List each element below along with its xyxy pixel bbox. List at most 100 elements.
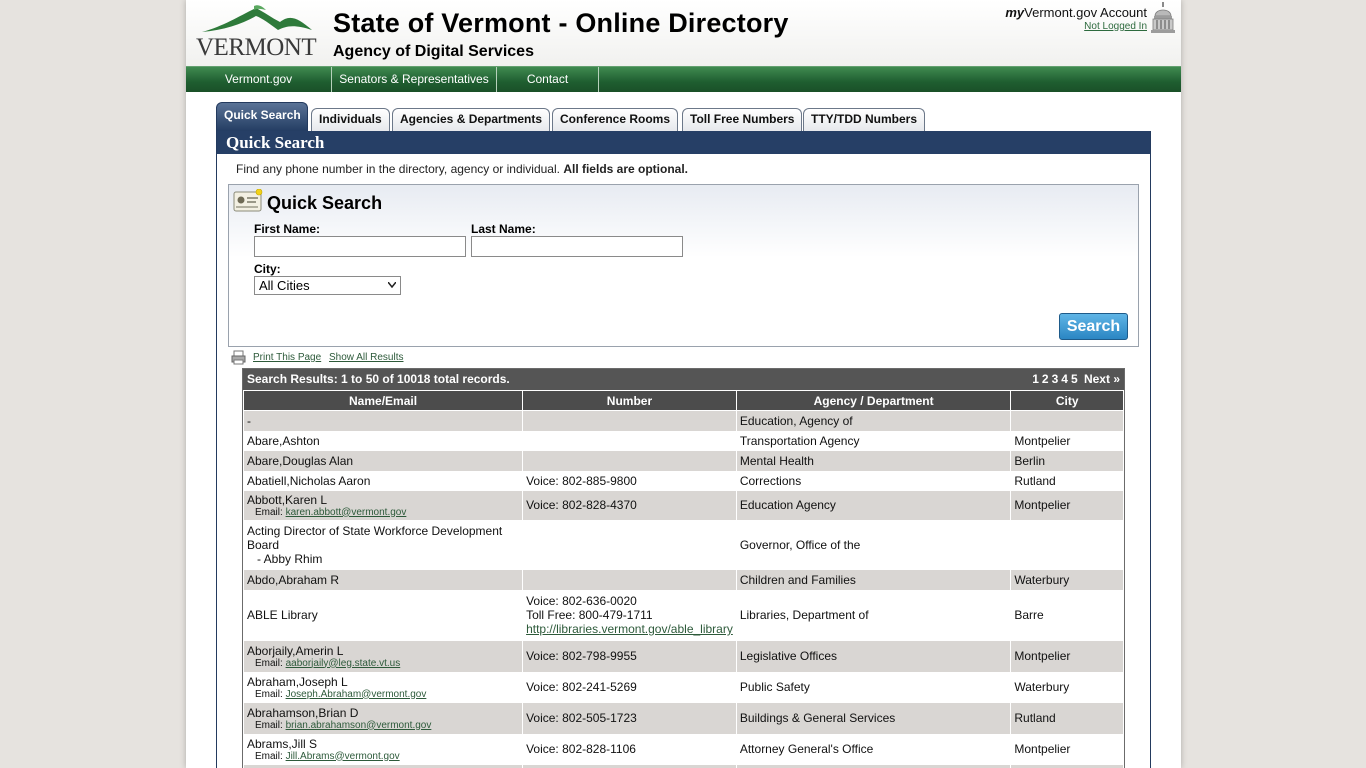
main-nav: Vermont.gov Senators & Representatives C… <box>186 66 1181 92</box>
cell-name: Acting Director of State Workforce Devel… <box>243 519 524 570</box>
email-link[interactable]: Jill.Abrams@vermont.gov <box>286 751 400 762</box>
cell-city: Barre <box>1010 589 1124 641</box>
phone-number: Voice: 802-505-1723 <box>526 711 637 725</box>
pagination: 12345 Next » <box>1029 369 1120 390</box>
page-link[interactable]: 1 <box>1032 372 1039 386</box>
website-link[interactable]: http://libraries.vermont.gov/able_librar… <box>526 622 733 636</box>
login-status-link[interactable]: Not Logged In <box>1005 21 1147 32</box>
intro-text: Find any phone number in the directory, … <box>236 162 688 176</box>
entry-name: Abrahamson,Brian D <box>247 705 359 720</box>
email-line: Email: karen.abbott@vermont.gov <box>247 507 519 518</box>
cell-city: Montpelier <box>1010 640 1124 672</box>
cell-agency: Disabilities, Aging & Independent Living <box>735 764 1012 768</box>
search-form-title: Quick Search <box>267 193 383 213</box>
entry-subtitle: - Abby Rhim <box>257 551 323 566</box>
table-row: Abare,Douglas Alan Mental Health Berlin <box>243 450 1124 471</box>
printer-icon[interactable] <box>231 350 246 365</box>
cell-city: Montpelier <box>1010 430 1124 451</box>
entry-name: Abatiell,Nicholas Aaron <box>247 473 371 488</box>
cell-agency: Mental Health <box>735 450 1012 471</box>
cell-name: Abare,Ashton <box>243 430 524 451</box>
show-all-results-link[interactable]: Show All Results <box>329 352 403 363</box>
page-title: State of Vermont - Online Directory <box>333 8 789 38</box>
tab-quick-search[interactable]: Quick Search <box>216 102 308 131</box>
cell-number: Voice: 802-241-0512 <box>522 764 737 768</box>
nav-item-vermont-gov[interactable]: Vermont.gov <box>186 67 332 92</box>
cell-number <box>522 410 737 431</box>
page-link[interactable]: 2 <box>1042 372 1049 386</box>
last-name-input[interactable] <box>471 236 683 257</box>
page-container: VERMONT State of Vermont - Online Direct… <box>186 0 1181 768</box>
cell-name: - <box>243 410 524 431</box>
email-line: Email: aaborjaily@leg.state.vt.us <box>247 658 519 669</box>
phone-number: Voice: 802-798-9955 <box>526 649 637 663</box>
capitol-dome-icon <box>1151 2 1175 33</box>
page-link[interactable]: 4 <box>1061 372 1068 386</box>
email-label: Email: <box>255 506 283 518</box>
email-link[interactable]: Joseph.Abraham@vermont.gov <box>286 689 427 700</box>
cell-name: Abraham,Joseph L Email: Joseph.Abraham@ve… <box>243 671 524 703</box>
cell-number: Voice: 802-828-4370 <box>522 490 737 520</box>
entry-name: Abare,Ashton <box>247 433 320 448</box>
cell-agency: Attorney General's Office <box>735 733 1012 765</box>
email-link[interactable]: karen.abbott@vermont.gov <box>286 507 407 518</box>
site-header: VERMONT State of Vermont - Online Direct… <box>186 0 1181 66</box>
cell-name: Aborjaily,Amerin L Email: aaborjaily@leg.… <box>243 640 524 672</box>
cell-name: Abatiell,Nicholas Aaron <box>243 470 524 491</box>
table-row: Acting Director of State Workforce Devel… <box>243 519 1124 570</box>
nav-item-senators[interactable]: Senators & Representatives <box>332 67 497 92</box>
cell-agency: Buildings & General Services <box>735 702 1012 734</box>
cell-number <box>522 430 737 451</box>
column-header-agency[interactable]: Agency / Department <box>735 390 1012 411</box>
cell-number: Voice: 802-241-5269 <box>522 671 737 703</box>
quick-search-panel: Quick Search Find any phone number in th… <box>216 131 1151 768</box>
cell-number <box>522 569 737 590</box>
cell-name: ABLE Library <box>243 589 524 641</box>
cell-agency: Libraries, Department of <box>735 589 1012 641</box>
table-row: Abare,Ashton Transportation Agency Montpel… <box>243 430 1124 451</box>
page-link[interactable]: 3 <box>1052 372 1059 386</box>
cell-number: Voice: 802-828-1106 <box>522 733 737 765</box>
first-name-input[interactable] <box>254 236 466 257</box>
city-select[interactable]: All Cities <box>254 276 401 295</box>
tab-conference-rooms[interactable]: Conference Rooms <box>552 108 679 131</box>
results-table-container: Search Results: 1 to 50 of 10018 total r… <box>242 368 1125 768</box>
results-header: Search Results: 1 to 50 of 10018 total r… <box>243 369 1124 390</box>
search-button[interactable]: Search <box>1059 313 1128 340</box>
results-summary: Search Results: 1 to 50 of 10018 total r… <box>247 372 510 386</box>
email-line: Email: brian.abrahamson@vermont.gov <box>247 720 519 731</box>
cell-city: Montpelier <box>1010 733 1124 765</box>
print-page-link[interactable]: Print This Page <box>253 352 321 363</box>
table-row: Abatiell,Nicholas Aaron Voice: 802-885-98… <box>243 470 1124 491</box>
tab-toll-free-numbers[interactable]: Toll Free Numbers <box>682 108 803 131</box>
mountain-logo-icon <box>202 5 312 32</box>
table-row: Abrams,Jill S Email: Jill.Abrams@vermont.… <box>243 733 1124 765</box>
table-row: Abrahamson,Brian D Email: brian.abrahamso… <box>243 702 1124 734</box>
vermont-logo[interactable]: VERMONT <box>194 2 320 62</box>
entry-name: Abrams,Jill S <box>247 736 318 751</box>
column-header-city[interactable]: City <box>1010 390 1124 411</box>
email-line: Email: Joseph.Abraham@vermont.gov <box>247 689 519 700</box>
next-page-link[interactable]: Next » <box>1084 372 1120 386</box>
email-link[interactable]: brian.abrahamson@vermont.gov <box>286 720 432 731</box>
last-name-label: Last Name: <box>471 222 536 236</box>
column-header-name[interactable]: Name/Email <box>243 390 524 411</box>
cell-agency: Corrections <box>735 470 1012 491</box>
phone-number: Voice: 802-828-1106 <box>526 742 636 756</box>
account-suffix: Vermont.gov Account <box>1024 5 1147 20</box>
cell-city <box>1010 410 1124 431</box>
cell-city: Rutland <box>1010 470 1124 491</box>
phone-number: Toll Free: 800-479-1711 <box>526 608 653 622</box>
nav-item-contact[interactable]: Contact <box>497 67 599 92</box>
tab-tty-tdd-numbers[interactable]: TTY/TDD Numbers <box>803 108 926 131</box>
page-link[interactable]: 5 <box>1071 372 1078 386</box>
account-title[interactable]: myVermont.gov Account <box>1005 5 1147 20</box>
tab-individuals[interactable]: Individuals <box>311 108 390 131</box>
entry-name: ABLE Library <box>247 608 318 622</box>
email-link[interactable]: aaborjaily@leg.state.vt.us <box>286 658 401 669</box>
page-subtitle: Agency of Digital Services <box>333 43 534 60</box>
cell-city: Waterbury <box>1010 569 1124 590</box>
tab-agencies-departments[interactable]: Agencies & Departments <box>392 108 551 131</box>
column-header-number[interactable]: Number <box>522 390 737 411</box>
cell-agency: Governor, Office of the <box>735 519 1012 570</box>
